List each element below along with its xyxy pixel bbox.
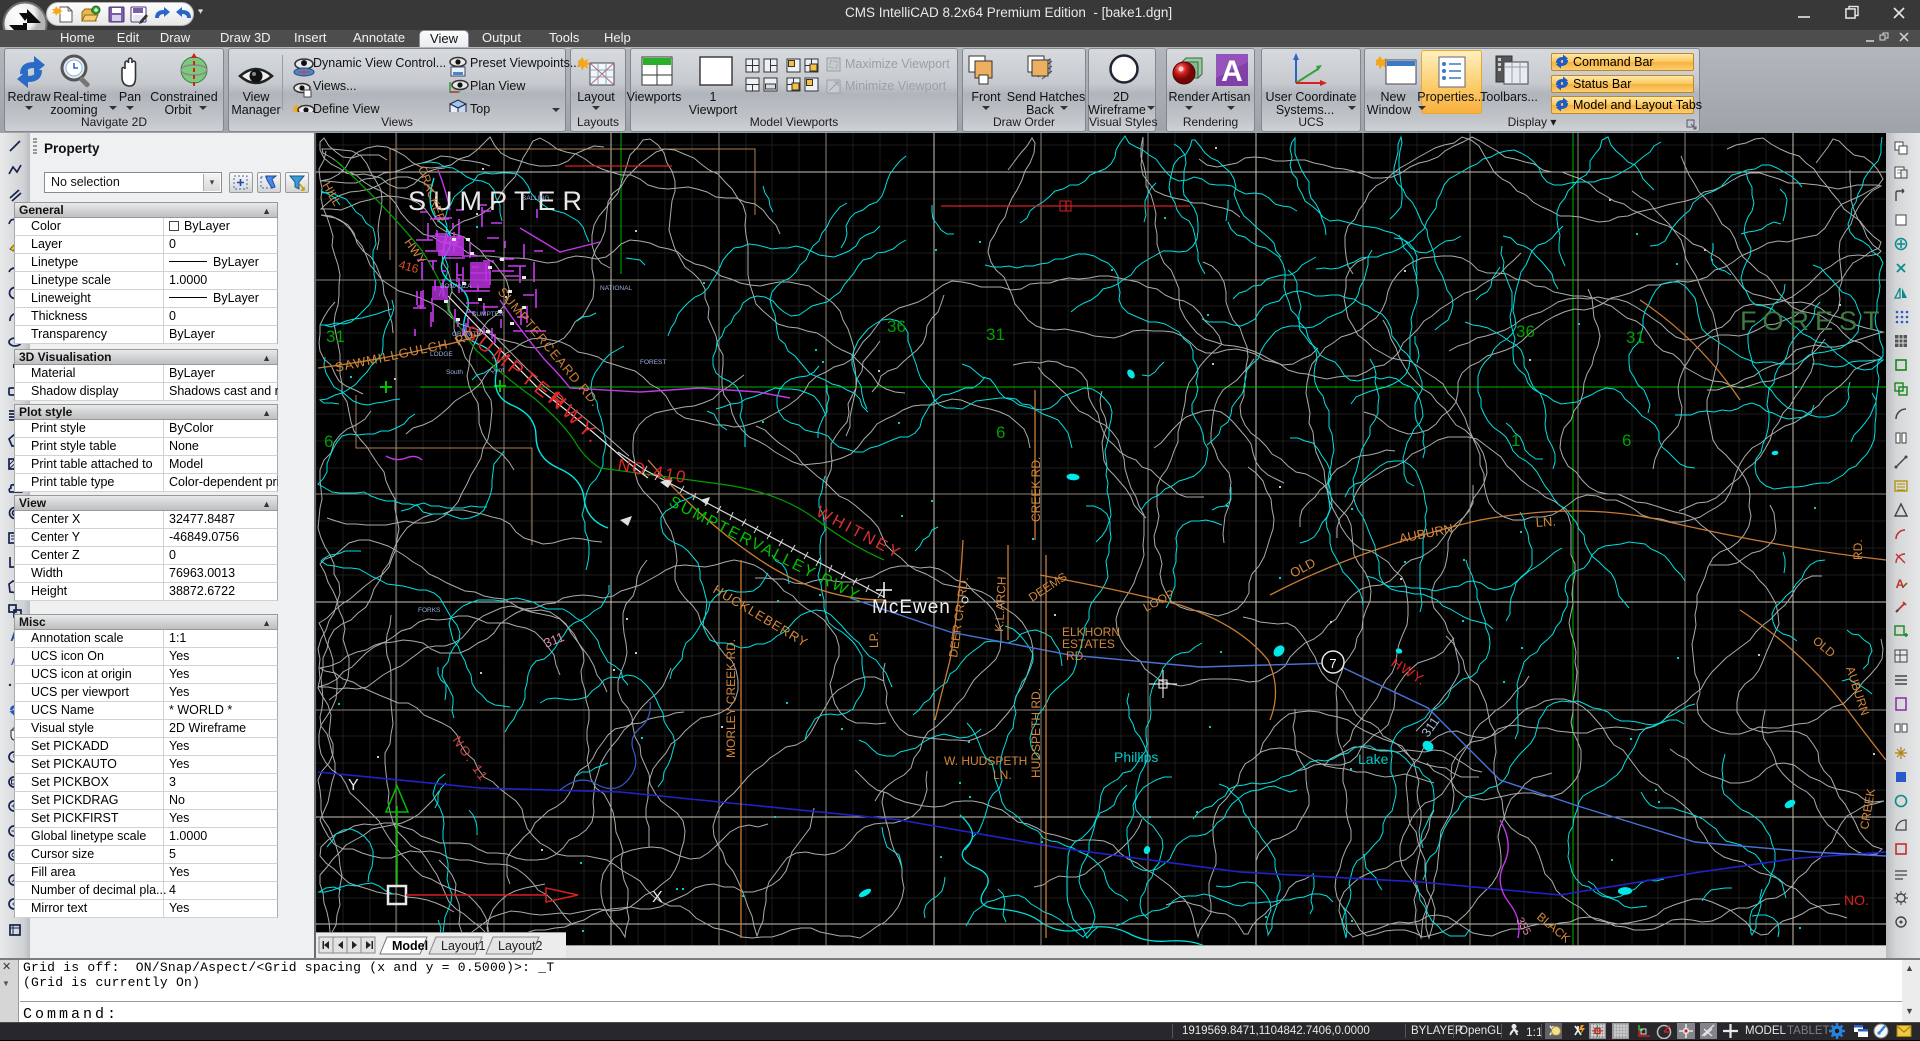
svg-text:36: 36 (887, 317, 906, 336)
svg-text:6: 6 (996, 423, 1005, 442)
svg-text:31: 31 (1626, 328, 1645, 347)
svg-text:6: 6 (324, 432, 333, 451)
svg-text:31: 31 (986, 325, 1005, 344)
svg-text:GRANITE: GRANITE (452, 331, 482, 338)
svg-text:Layout2: Layout2 (498, 939, 543, 953)
svg-text:MORLEY CREEK RD.: MORLEY CREEK RD. (724, 639, 738, 758)
svg-text:7: 7 (1329, 656, 1336, 671)
svg-text:1: 1 (1511, 431, 1520, 450)
svg-text:South: South (446, 369, 463, 376)
svg-text:Model: Model (392, 939, 428, 953)
svg-text:Y: Y (348, 777, 359, 794)
svg-text:FOREST: FOREST (1740, 306, 1886, 336)
svg-text:Lake: Lake (1358, 751, 1389, 767)
svg-text:6: 6 (1622, 431, 1631, 450)
svg-text:FOREST: FOREST (640, 359, 666, 366)
svg-text:NO.: NO. (1844, 892, 1869, 908)
svg-text:W. HUDSPETH: W. HUDSPETH (944, 754, 1027, 768)
svg-text:HUDSPETH RD.: HUDSPETH RD. (1029, 688, 1043, 778)
svg-text:BONANZA: BONANZA (440, 283, 472, 290)
svg-text:LN.: LN. (1535, 514, 1556, 530)
svg-text:Layout1: Layout1 (441, 939, 486, 953)
svg-text:LN.: LN. (993, 768, 1012, 782)
svg-text:Quot: Quot (490, 367, 504, 374)
svg-text:McEwen: McEwen (872, 597, 951, 618)
svg-text:RD.: RD. (1851, 539, 1865, 560)
svg-text:LODGE: LODGE (430, 351, 453, 358)
svg-text:LP.: LP. (867, 632, 881, 648)
svg-text:K.L.ARCH: K.L.ARCH (992, 576, 1009, 632)
svg-text:SALLING: SALLING (522, 195, 549, 202)
svg-text:CREEK RD.: CREEK RD. (1029, 457, 1043, 522)
svg-text:36: 36 (1516, 322, 1535, 341)
svg-text:SUMPTER: SUMPTER (472, 311, 504, 318)
svg-text:NATIONAL: NATIONAL (600, 285, 632, 292)
svg-text:FORKS: FORKS (418, 607, 441, 614)
svg-text:RD.: RD. (1066, 649, 1087, 663)
svg-text:Phillips: Phillips (1114, 749, 1158, 765)
svg-text:X: X (652, 889, 663, 906)
svg-text:31: 31 (326, 327, 345, 346)
svg-text:A: A (1896, 577, 1905, 591)
svg-text:A: A (1221, 55, 1243, 88)
